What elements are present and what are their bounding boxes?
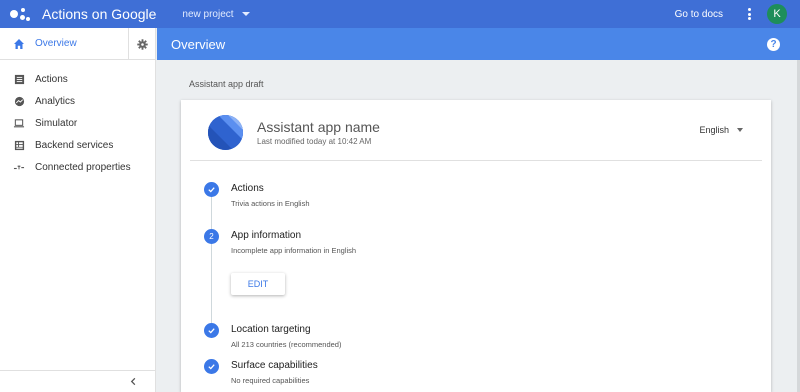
check-icon [204,182,219,197]
check-icon [204,359,219,374]
app-icon [208,115,243,150]
app-name: Assistant app name [257,119,380,135]
avatar[interactable]: K [767,4,787,24]
language-value: English [699,125,729,135]
sidebar-item-connected-properties[interactable]: Connected properties [0,156,155,178]
page-title: Overview [171,36,226,52]
sidebar-item-label: Backend services [35,139,114,151]
top-app-bar: Actions on Google new project Go to docs… [0,0,800,28]
section-label: Assistant app draft [189,79,264,89]
settings-button[interactable] [128,28,156,60]
chevron-left-icon[interactable] [129,377,138,386]
backend-icon [13,139,25,151]
check-icon [204,323,219,338]
caret-down-icon [241,12,250,16]
sidebar-item-label: Connected properties [35,161,131,173]
sidebar-item-label: Simulator [35,117,78,129]
step-title: App information [231,230,302,241]
step-title: Actions [231,183,264,194]
step-subtitle: Incomplete app information in English [231,246,357,255]
step-title: Location targeting [231,324,311,335]
connected-icon [13,161,25,173]
sidebar-item-actions[interactable]: Actions [0,68,155,90]
go-to-docs-link[interactable]: Go to docs [675,9,723,20]
step-subtitle: Trivia actions in English [231,199,310,208]
app-draft-card: Assistant app name Last modified today a… [181,100,771,392]
laptop-icon [13,117,25,129]
sidebar-item-simulator[interactable]: Simulator [0,112,155,134]
project-name: new project [182,8,234,20]
step-number-badge: 2 [204,229,219,244]
last-modified-text: Last modified today at 10:42 AM [257,137,372,146]
help-icon[interactable]: ? [767,37,780,51]
step-number: 2 [209,232,214,241]
more-options-icon[interactable] [743,7,755,21]
app-title: Actions on Google [42,6,157,22]
sidebar-item-label: Overview [35,38,77,49]
language-selector[interactable]: English [699,125,743,135]
edit-button[interactable]: EDIT [231,273,285,295]
step-subtitle: No required capabilities [231,376,310,385]
sidebar-item-label: Actions [35,73,68,85]
timeline-line [211,195,212,333]
project-selector[interactable]: new project [182,8,250,20]
sidebar: Overview Actions Analytics Simulator Bac… [0,28,156,392]
step-title: Surface capabilities [231,360,318,371]
caret-down-icon [737,128,743,132]
sidebar-footer [0,370,156,392]
list-icon [13,73,25,85]
assistant-logo-icon [10,4,34,24]
sidebar-item-overview[interactable]: Overview [0,28,155,60]
card-header: Assistant app name Last modified today a… [190,100,762,161]
sidebar-item-analytics[interactable]: Analytics [0,90,155,112]
analytics-icon [13,95,25,107]
step-subtitle: All 213 countries (recommended) [231,340,342,349]
sidebar-item-backend-services[interactable]: Backend services [0,134,155,156]
gear-icon [137,38,148,50]
sidebar-item-label: Analytics [35,95,76,107]
page-header: Overview ? [157,28,800,60]
home-icon [14,38,24,49]
